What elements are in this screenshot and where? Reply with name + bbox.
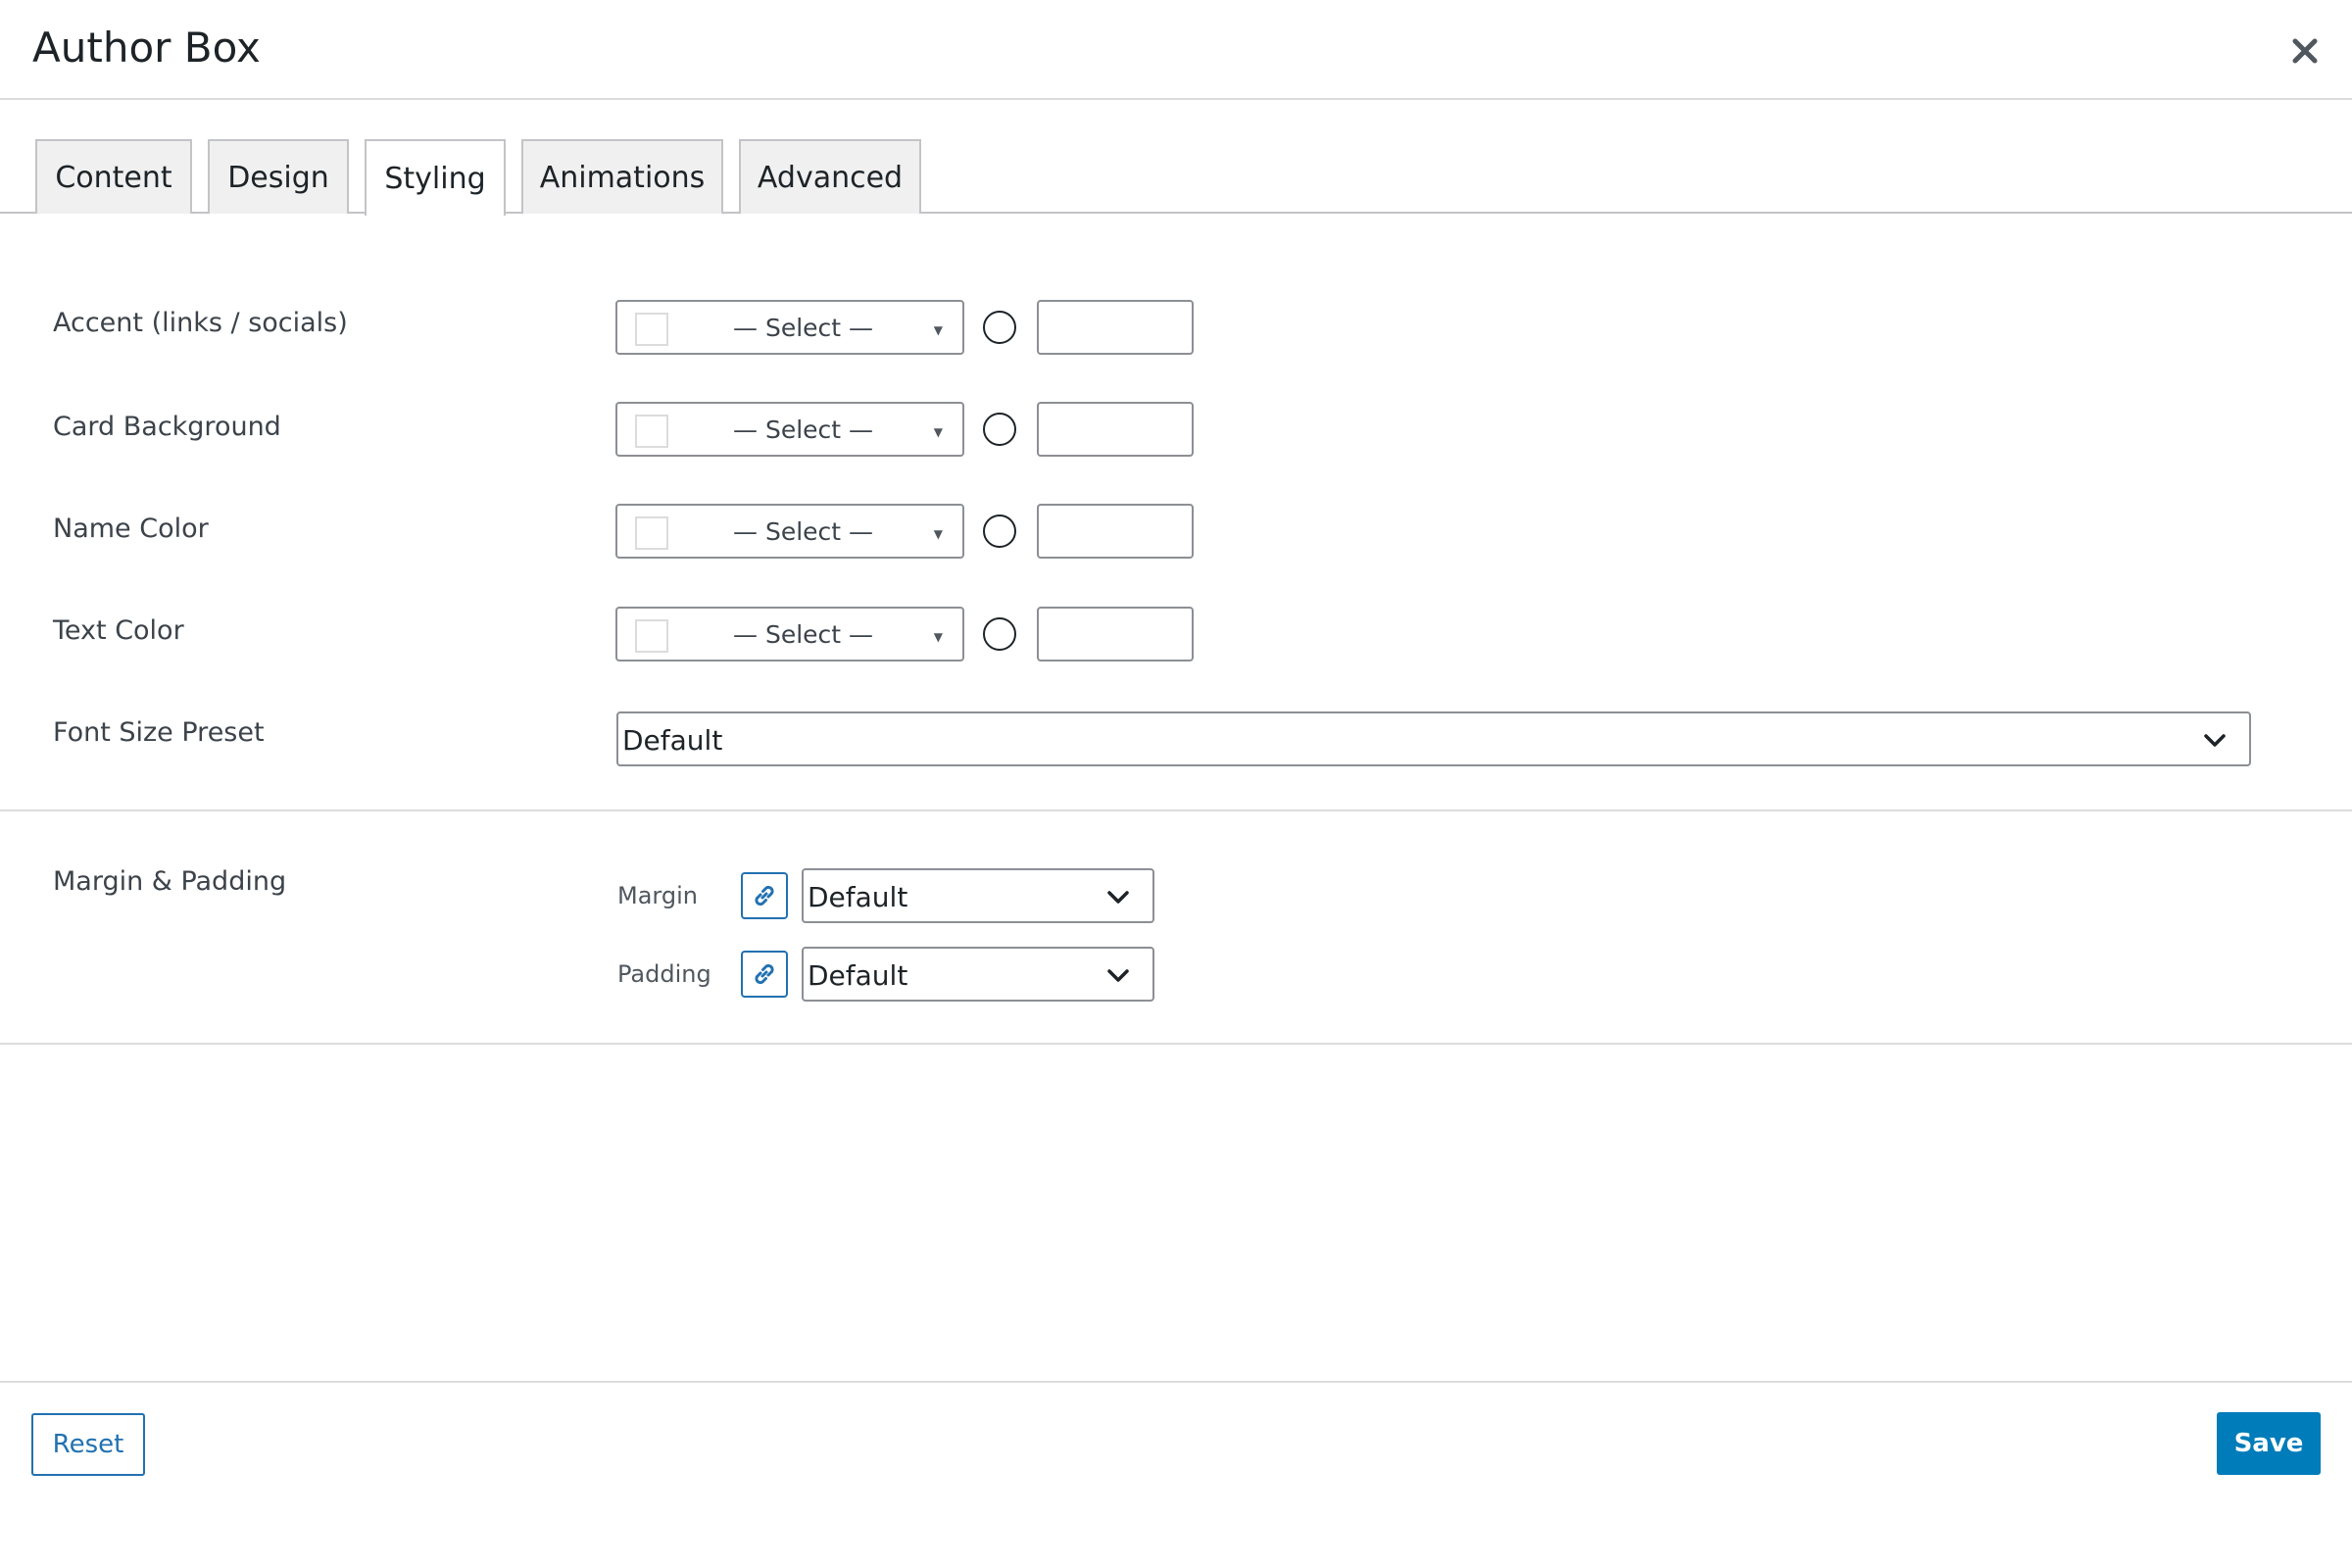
card-background-select[interactable]: — Select — ▼: [615, 402, 964, 457]
tab-content[interactable]: Content: [35, 139, 192, 214]
tab-animations[interactable]: Animations: [521, 139, 723, 214]
name-color-select[interactable]: — Select — ▼: [615, 504, 964, 559]
link-icon: [755, 885, 774, 906]
reset-button[interactable]: Reset: [31, 1413, 145, 1476]
color-swatch: [635, 516, 668, 550]
font-size-preset-value: Default: [622, 724, 723, 757]
color-select-text: — Select —: [733, 416, 874, 444]
color-swatch: [635, 415, 668, 448]
modal-title: Author Box: [32, 24, 261, 72]
card-background-label: Card Background: [53, 412, 281, 442]
close-icon: [2292, 38, 2318, 64]
modal-header: Author Box: [0, 0, 2352, 100]
chevron-down-icon: [1107, 969, 1129, 982]
tab-design[interactable]: Design: [208, 139, 349, 214]
chevron-down-icon: [1107, 891, 1129, 904]
section-divider: [0, 809, 2352, 811]
color-select-text: — Select —: [733, 517, 874, 546]
tab-styling[interactable]: Styling: [365, 139, 506, 216]
caret-down-icon: ▼: [933, 323, 943, 337]
save-button[interactable]: Save: [2217, 1412, 2321, 1475]
name-color-radio[interactable]: [983, 514, 1016, 548]
color-swatch: [635, 619, 668, 653]
chevron-down-icon: [2204, 734, 2226, 747]
name-color-hex-input[interactable]: [1037, 504, 1194, 559]
accent-color-select[interactable]: — Select — ▼: [615, 300, 964, 355]
link-icon: [755, 963, 774, 985]
accent-color-hex-input[interactable]: [1037, 300, 1194, 355]
margin-link-button[interactable]: [741, 872, 788, 919]
padding-link-button[interactable]: [741, 951, 788, 998]
caret-down-icon: ▼: [933, 527, 943, 541]
name-color-label: Name Color: [53, 514, 209, 544]
text-color-select[interactable]: — Select — ▼: [615, 607, 964, 662]
padding-select-value: Default: [808, 959, 908, 992]
color-select-text: — Select —: [733, 620, 874, 649]
font-size-preset-label: Font Size Preset: [53, 717, 265, 748]
caret-down-icon: ▼: [933, 425, 943, 439]
padding-select[interactable]: Default: [802, 947, 1154, 1002]
tab-advanced[interactable]: Advanced: [739, 139, 921, 214]
close-button[interactable]: [2283, 29, 2327, 73]
caret-down-icon: ▼: [933, 630, 943, 644]
card-background-hex-input[interactable]: [1037, 402, 1194, 457]
padding-label: Padding: [617, 960, 711, 988]
tab-bar: Content Design Styling Animations Advanc…: [0, 139, 2352, 216]
card-background-radio[interactable]: [983, 413, 1016, 446]
color-select-text: — Select —: [733, 314, 874, 342]
accent-color-radio[interactable]: [983, 311, 1016, 344]
margin-label: Margin: [617, 882, 698, 909]
text-color-label: Text Color: [53, 615, 184, 646]
margin-select[interactable]: Default: [802, 868, 1154, 923]
margin-select-value: Default: [808, 881, 908, 913]
text-color-hex-input[interactable]: [1037, 607, 1194, 662]
text-color-radio[interactable]: [983, 617, 1016, 651]
modal-footer: Reset Save: [0, 1381, 2352, 1568]
color-swatch: [635, 313, 668, 346]
font-size-preset-select[interactable]: Default: [616, 711, 2251, 766]
author-box-modal: Author Box Content Design Styling Animat…: [0, 0, 2352, 1568]
section-divider: [0, 1043, 2352, 1045]
margin-padding-label: Margin & Padding: [53, 866, 287, 897]
accent-color-label: Accent (links / socials): [53, 308, 348, 338]
